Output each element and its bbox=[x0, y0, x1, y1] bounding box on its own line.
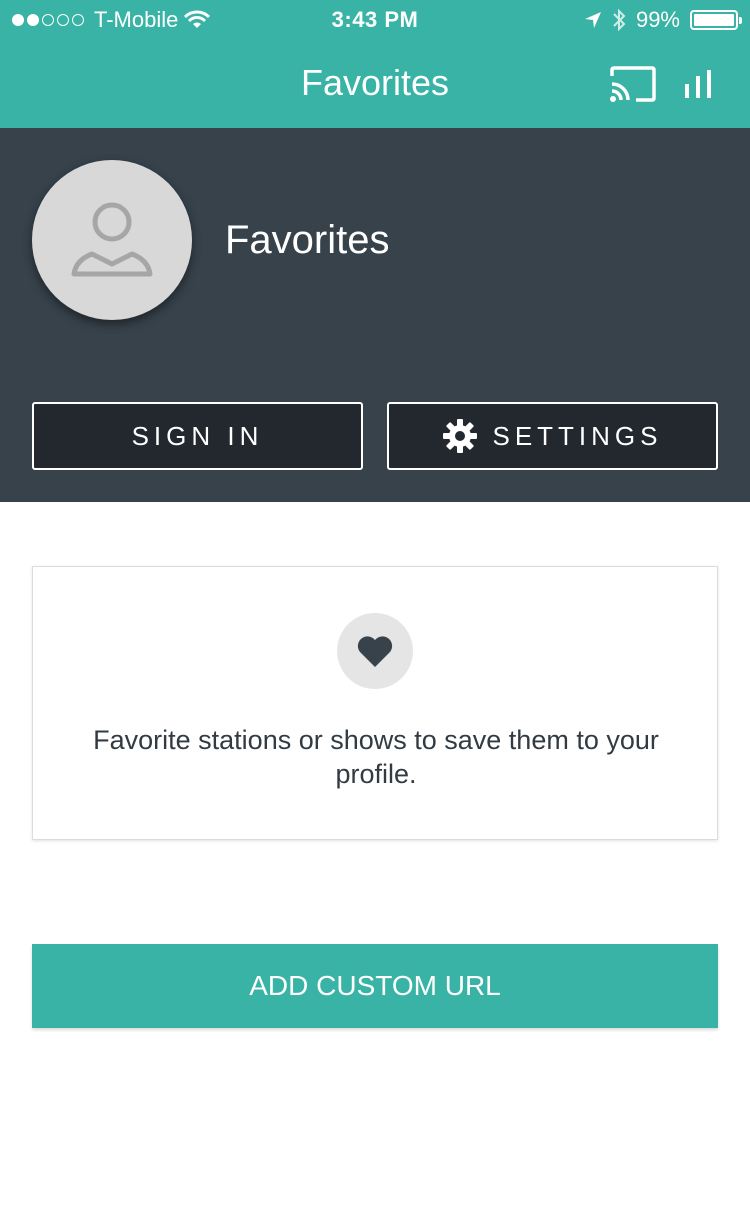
empty-state-message: Favorite stations or shows to save them … bbox=[93, 725, 659, 789]
location-arrow-icon bbox=[584, 12, 601, 28]
favorites-screen: T-Mobile 3:43 PM 99% Favorites Favorites… bbox=[0, 0, 750, 1231]
gear-icon bbox=[442, 418, 478, 454]
cast-icon bbox=[610, 66, 656, 102]
navigation-bar: Favorites bbox=[0, 40, 750, 128]
heart-icon bbox=[357, 636, 393, 667]
bluetooth-icon bbox=[613, 8, 626, 32]
add-custom-url-label: ADD CUSTOM URL bbox=[249, 970, 501, 1001]
settings-button[interactable]: SETTINGS bbox=[387, 402, 718, 470]
status-bar: T-Mobile 3:43 PM 99% bbox=[0, 0, 750, 40]
equalizer-bars-icon bbox=[685, 70, 711, 98]
profile-name: Favorites bbox=[225, 218, 390, 262]
favorites-empty-card: Favorite stations or shows to save them … bbox=[32, 566, 718, 840]
sign-in-label: SIGN IN bbox=[131, 420, 264, 451]
battery-percent: 99% bbox=[635, 7, 680, 32]
user-placeholder-icon bbox=[71, 202, 153, 277]
profile-header: Favorites SIGN IN SETTINGS bbox=[0, 128, 750, 502]
settings-label: SETTINGS bbox=[492, 420, 663, 451]
sign-in-button[interactable]: SIGN IN bbox=[32, 402, 363, 470]
avatar[interactable] bbox=[32, 160, 192, 320]
add-custom-url-button[interactable]: ADD CUSTOM URL bbox=[32, 944, 718, 1028]
status-right: 99% bbox=[584, 7, 742, 33]
top-bar: T-Mobile 3:43 PM 99% Favorites bbox=[0, 0, 750, 128]
now-playing-button[interactable] bbox=[682, 68, 714, 100]
heart-badge bbox=[337, 613, 413, 689]
cast-button[interactable] bbox=[608, 64, 658, 104]
battery-icon bbox=[690, 10, 742, 30]
